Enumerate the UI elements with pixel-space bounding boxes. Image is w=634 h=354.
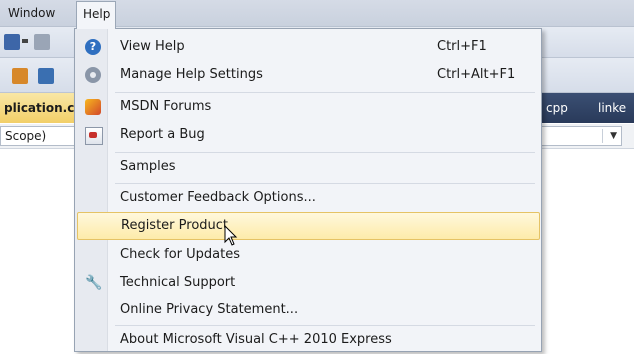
menu-item-about[interactable]: About Microsoft Visual C++ 2010 Express <box>77 326 538 354</box>
mouse-cursor-icon <box>224 225 238 246</box>
gear-icon <box>85 67 101 83</box>
menu-bar: Window Help <box>0 0 634 29</box>
menu-item-register-product[interactable]: Register Product <box>77 212 540 240</box>
menu-item-samples[interactable]: Samples <box>77 153 538 181</box>
new-project-icon[interactable] <box>4 34 20 50</box>
support-icon: 🔧 <box>85 275 103 291</box>
menu-window[interactable]: Window <box>0 0 63 26</box>
menu-item-label: Samples <box>120 159 176 174</box>
menu-item-shortcut: Ctrl+F1 <box>437 39 487 54</box>
menu-item-label: Online Privacy Statement... <box>120 302 299 317</box>
menu-item-technical-support[interactable]: 🔧 Technical Support <box>77 269 538 297</box>
tab-application-cpp[interactable]: plication.c <box>0 93 76 123</box>
help-circle-icon: ? <box>85 39 101 55</box>
bug-report-icon <box>85 127 103 145</box>
solution-explorer-icon[interactable] <box>12 68 28 84</box>
scope-combo[interactable]: Scope) <box>0 126 76 146</box>
tab-cpp[interactable]: cpp <box>540 93 574 123</box>
menu-item-label: About Microsoft Visual C++ 2010 Express <box>120 332 392 347</box>
tab-linke[interactable]: linke <box>592 93 632 123</box>
menu-item-check-updates[interactable]: Check for Updates <box>77 241 538 269</box>
help-menu-dropdown: ? View Help Ctrl+F1 Manage Help Settings… <box>74 28 542 352</box>
forums-icon <box>85 99 101 115</box>
member-combo[interactable]: ▼ <box>540 126 622 146</box>
menu-item-view-help[interactable]: ? View Help Ctrl+F1 <box>77 33 538 61</box>
properties-icon[interactable] <box>38 68 54 84</box>
menu-item-online-privacy[interactable]: Online Privacy Statement... <box>77 296 538 324</box>
menu-help[interactable]: Help <box>76 1 116 29</box>
menu-item-report-bug[interactable]: Report a Bug <box>77 121 538 149</box>
menu-item-label: Customer Feedback Options... <box>120 190 316 205</box>
menu-item-shortcut: Ctrl+Alt+F1 <box>437 67 516 82</box>
menu-item-label: Check for Updates <box>120 247 240 262</box>
menu-item-label: MSDN Forums <box>120 99 212 114</box>
menu-item-label: Register Product <box>121 218 229 233</box>
menu-item-customer-feedback[interactable]: Customer Feedback Options... <box>77 184 538 212</box>
menu-item-label: Report a Bug <box>120 127 205 142</box>
dropdown-arrow-icon[interactable] <box>22 39 28 43</box>
menu-item-label: Manage Help Settings <box>120 67 263 82</box>
menu-item-manage-help-settings[interactable]: Manage Help Settings Ctrl+Alt+F1 <box>77 61 538 89</box>
combo-divider <box>602 129 603 143</box>
menu-item-label: Technical Support <box>120 275 236 290</box>
chevron-down-icon[interactable]: ▼ <box>610 127 617 145</box>
add-item-icon[interactable] <box>34 34 50 50</box>
menu-item-msdn-forums[interactable]: MSDN Forums <box>77 93 538 121</box>
menu-item-label: View Help <box>120 39 185 54</box>
